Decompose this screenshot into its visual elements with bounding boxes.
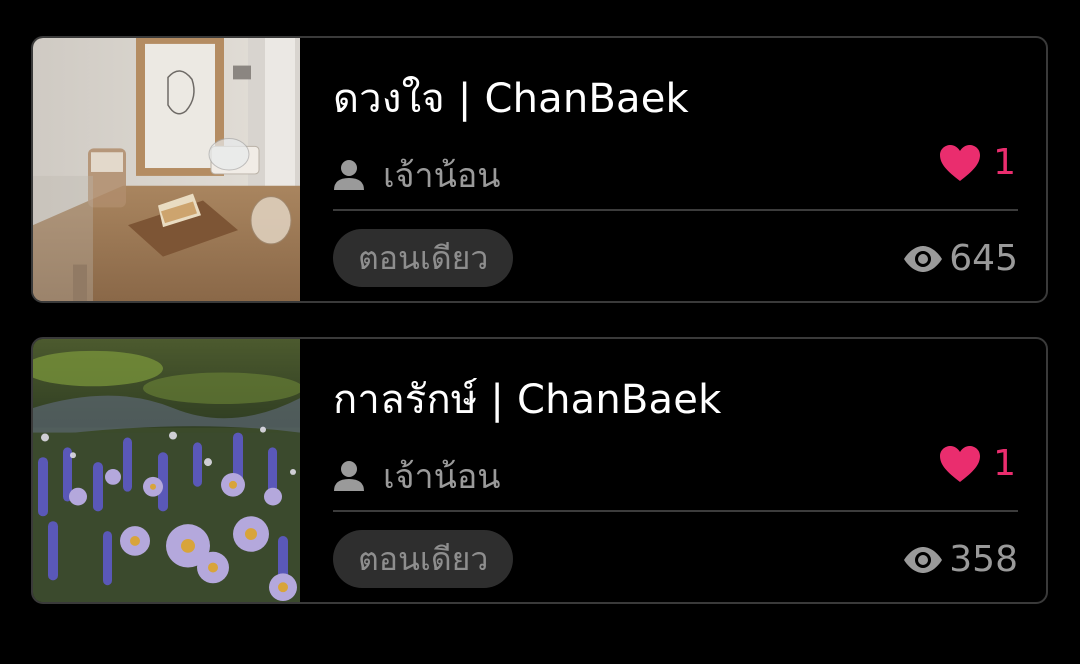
status-badge: ตอนเดียว: [333, 530, 514, 588]
view-count: 358: [949, 539, 1018, 580]
divider: [333, 510, 1018, 512]
like-count: 1: [993, 443, 1016, 484]
status-badge: ตอนเดียว: [333, 229, 514, 287]
eye-icon: [904, 245, 943, 272]
author-name[interactable]: เจ้าน้อน: [383, 148, 501, 202]
like-counter[interactable]: 1: [939, 443, 1016, 484]
divider: [333, 209, 1018, 211]
user-icon: [334, 160, 364, 190]
user-icon: [334, 461, 364, 491]
view-count: 645: [949, 238, 1018, 279]
wildflower-meadow-photo: [33, 339, 300, 602]
view-counter: 358: [903, 539, 1018, 580]
story-title[interactable]: กาลรักษ์ | ChanBaek: [333, 367, 721, 431]
story-cover-image: [33, 38, 300, 301]
heart-icon: [940, 445, 981, 482]
eye-icon: [904, 546, 943, 573]
view-counter: 645: [903, 238, 1018, 279]
author-row: เจ้าน้อน: [333, 148, 501, 202]
story-cover-image: [33, 339, 300, 602]
author-row: เจ้าน้อน: [333, 449, 501, 503]
story-title[interactable]: ดวงใจ | ChanBaek: [333, 66, 689, 130]
story-list: ดวงใจ | ChanBaek เจ้าน้อน 1 ตอนเดียว 645: [0, 0, 1080, 664]
heart-icon: [940, 144, 981, 181]
like-count: 1: [993, 142, 1016, 183]
like-counter[interactable]: 1: [939, 142, 1016, 183]
story-card[interactable]: กาลรักษ์ | ChanBaek เจ้าน้อน 1 ตอนเดียว …: [31, 337, 1048, 604]
author-name[interactable]: เจ้าน้อน: [383, 449, 501, 503]
cafe-table-photo: [33, 38, 300, 301]
story-card[interactable]: ดวงใจ | ChanBaek เจ้าน้อน 1 ตอนเดียว 645: [31, 36, 1048, 303]
